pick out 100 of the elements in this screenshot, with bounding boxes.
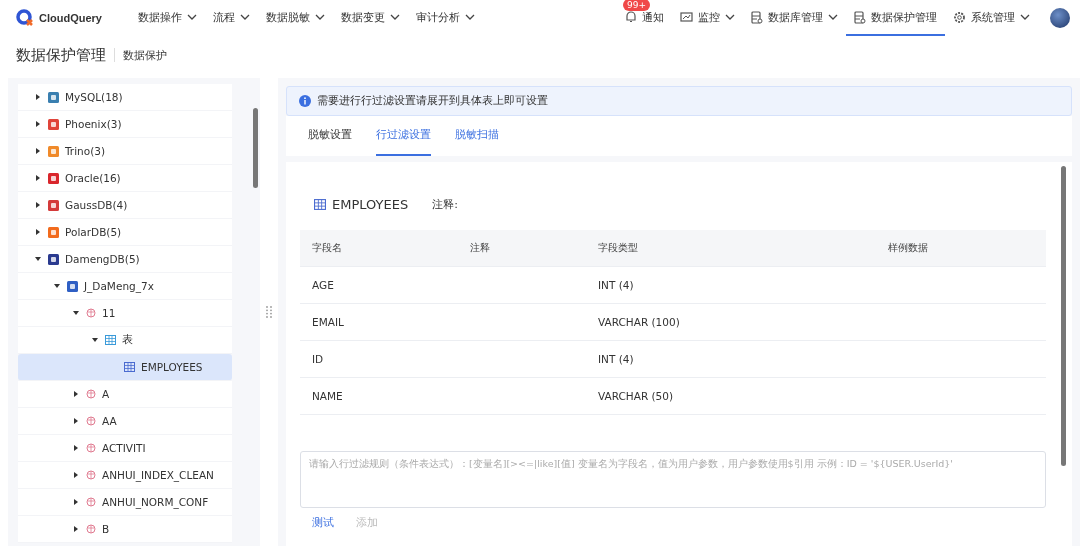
table-cell-text: VARCHAR (50) [598, 390, 675, 402]
nav-menu[interactable]: 99+ 通知 [617, 0, 672, 36]
tree-label: DamengDB(5) [65, 253, 140, 265]
column-header: 样例数据 [888, 241, 929, 255]
table-cell-text: NAME [312, 390, 344, 402]
table-cell-text: INT (4) [598, 279, 635, 291]
chevron-icon [725, 14, 735, 20]
tree-item[interactable]: MySQL(18) [18, 84, 232, 111]
database-icon [751, 10, 763, 24]
breadcrumb-item: 数据保护 [123, 47, 167, 63]
schema-icon [86, 416, 96, 426]
tree-label: ANHUI_NORM_CONF [102, 496, 209, 508]
table-cell-text: VARCHAR (100) [598, 316, 681, 328]
database-icon [854, 10, 866, 24]
tree-item[interactable]: Phoenix(3) [18, 111, 232, 138]
tree-label: B [102, 523, 110, 535]
chevron-icon [390, 14, 400, 20]
column-header: 字段名 [312, 241, 343, 255]
tree-item[interactable]: 表 [18, 327, 232, 354]
tree-item[interactable]: GaussDB(4) [18, 192, 232, 219]
schema-icon [86, 524, 96, 534]
tab[interactable]: 脱敏扫描 [455, 116, 499, 156]
tree-label: ACTIVITI [102, 442, 146, 454]
bell-icon [625, 11, 637, 23]
tree-item[interactable]: PolarDB(5) [18, 219, 232, 246]
table-icon [314, 198, 326, 210]
schema-icon [86, 443, 96, 453]
nav-menu[interactable]: 监控 [672, 0, 743, 36]
monitor-icon [680, 11, 693, 23]
tree-label: MySQL(18) [65, 91, 123, 103]
settings-icon [953, 10, 966, 24]
notification-badge: 99+ [623, 0, 650, 11]
table-name: EMPLOYEES [332, 196, 409, 212]
tree-label: EMPLOYEES [141, 361, 203, 373]
database-logo-icon [48, 145, 59, 157]
database-logo-icon [48, 172, 59, 184]
tree-label: PolarDB(5) [65, 226, 122, 238]
tree-label: AA [102, 415, 117, 427]
tree-item[interactable]: EMPLOYEES [18, 354, 232, 381]
nav-menu[interactable]: 系统管理 [945, 0, 1038, 36]
tree-item[interactable]: B [18, 516, 232, 543]
avatar[interactable] [1050, 8, 1070, 28]
tree-item[interactable]: ANHUI_NORM_CONF [18, 489, 232, 516]
table-icon [105, 335, 116, 345]
chevron-icon [315, 14, 325, 20]
nav-menu[interactable]: 数据变更 [333, 0, 408, 36]
scrollbar[interactable] [1061, 166, 1066, 466]
tree-item[interactable]: Oracle(16) [18, 165, 232, 192]
chevron-icon [240, 14, 250, 20]
nav-menu[interactable]: 数据库管理 [743, 0, 846, 36]
schema-icon [86, 308, 96, 318]
tree-label: 表 [122, 333, 133, 347]
database-logo-icon [48, 253, 59, 265]
tree-label: Trino(3) [65, 145, 106, 157]
nav-menu[interactable]: 流程 [205, 0, 258, 36]
tab[interactable]: 脱敏设置 [308, 116, 352, 156]
tree-label: J_DaMeng_7x [84, 280, 154, 292]
database-logo-icon [48, 118, 59, 130]
tree-item[interactable]: ANHUI_INDEX_CLEAN [18, 462, 232, 489]
tree-item[interactable]: A [18, 381, 232, 408]
table-cell-text: INT (4) [598, 353, 635, 365]
tree-item[interactable]: ACTIVITI [18, 435, 232, 462]
tree-item[interactable]: DamengDB(5) [18, 246, 232, 273]
schema-icon [86, 497, 96, 507]
action-link[interactable]: 测试 [312, 516, 334, 530]
nav-menu[interactable]: 数据脱敏 [258, 0, 333, 36]
column-header: 字段类型 [598, 241, 639, 255]
nav-menu[interactable]: 审计分析 [408, 0, 483, 36]
comment-label: 注释: [432, 196, 458, 212]
alert-text: 需要进行行过滤设置请展开到具体表上即可设置 [317, 94, 548, 108]
chevron-icon [1020, 14, 1030, 20]
scrollbar[interactable] [253, 108, 258, 188]
table-cell-text: AGE [312, 279, 335, 291]
schema-icon [86, 389, 96, 399]
table-icon [124, 362, 135, 372]
tree-item[interactable]: Trino(3) [18, 138, 232, 165]
brand-name: CloudQuery [39, 12, 102, 24]
tree-item[interactable]: 11 [18, 300, 232, 327]
database-logo-icon [67, 280, 78, 292]
logo-icon [16, 9, 34, 27]
tree-item[interactable]: AA [18, 408, 232, 435]
nav-menu[interactable]: 数据操作 [130, 0, 205, 36]
schema-icon [86, 470, 96, 480]
tree-label: ANHUI_INDEX_CLEAN [102, 469, 214, 481]
info-icon [299, 95, 311, 107]
tab[interactable]: 行过滤设置 [376, 116, 431, 156]
table-cell-text: ID [312, 353, 325, 365]
filter-rule-field[interactable]: 请输入行过滤规则（条件表达式）：[变量名][><=|like][值] 变量名为字段名，值为用户参数，用户参数使用$引用 示例：ID = '${USER.UserId}' [300, 451, 1046, 508]
tree-label: GaussDB(4) [65, 199, 128, 211]
tree-label: Phoenix(3) [65, 118, 122, 130]
database-logo-icon [48, 199, 59, 211]
page-title: 数据保护管理 [16, 48, 115, 62]
tree-label: Oracle(16) [65, 172, 121, 184]
drag-handle-icon[interactable] [266, 306, 272, 318]
tree-label: 11 [102, 307, 116, 319]
chevron-icon [828, 14, 838, 20]
database-logo-icon [48, 226, 59, 238]
chevron-icon [187, 14, 197, 20]
column-header: 注释 [470, 241, 491, 255]
tree-item[interactable]: J_DaMeng_7x [18, 273, 232, 300]
